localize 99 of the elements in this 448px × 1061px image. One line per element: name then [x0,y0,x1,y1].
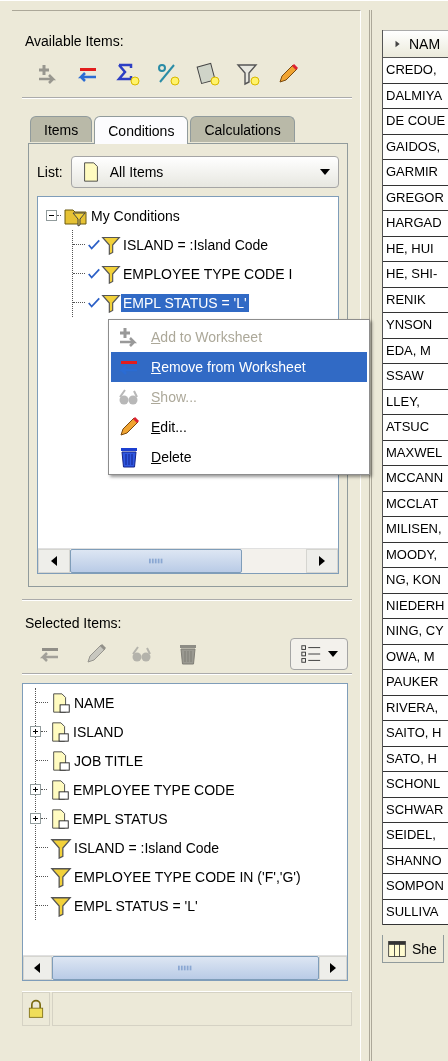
table-cell: CREDO, [383,58,448,84]
tree-item[interactable]: EMPLOYEE TYPE CODE IN ('F','G') [72,867,303,886]
scroll-right-icon [317,556,327,566]
tree-item[interactable]: ISLAND [71,722,126,741]
scroll-left-button[interactable] [23,956,52,980]
table-cell: GARMIR [383,160,448,186]
table-cell: ATSUC [383,415,448,441]
document-icon [49,720,71,743]
scroll-right-button[interactable] [306,549,338,573]
table-cell: EDA, M [383,338,448,364]
list-label: List: [37,164,63,180]
table-cell: OWA, M [383,644,448,670]
funnel-icon [50,836,72,859]
tree-item[interactable]: JOB TITLE [72,751,145,770]
table-cell: GAIDOS, [383,134,448,160]
table-cell: MCCANN [383,466,448,492]
sheet-tab[interactable]: She [382,935,444,963]
document-icon [49,807,71,830]
table-cell: PAUKER [383,670,448,696]
funnel-icon [50,865,72,888]
scroll-right-button[interactable] [318,956,347,980]
table-cell: DALMIYA [383,83,448,109]
scroll-left-icon [32,963,43,973]
document-icon [50,749,72,772]
table-cell: RIVERA, [383,695,448,721]
checkmark-icon [87,295,101,310]
checkmark-icon [87,266,101,281]
table-cell: YNSON [383,313,448,339]
funnel-icon [50,894,72,917]
column-header[interactable]: NAM [383,30,448,58]
tree-item[interactable]: NAME [72,693,117,712]
tree-item[interactable]: My Conditions [89,206,182,225]
table-cell: HE, HUI [383,236,448,262]
table-cell: NG, KON [383,568,448,594]
expand-toggle[interactable] [30,726,41,737]
list-dropdown[interactable]: All Items [70,156,339,188]
view-options-button[interactable] [290,638,348,670]
tab[interactable]: Items [30,116,93,142]
table-cell: DE COUE [383,109,448,135]
collapse-toggle[interactable] [46,210,57,221]
tree-item[interactable]: ISLAND = :Island Code [121,235,271,254]
list-view-icon [300,643,322,665]
expand-toggle[interactable] [30,784,41,795]
menu-item[interactable]: Delete [111,442,367,472]
tree-item[interactable]: EMPLOYEE TYPE CODE [71,780,237,799]
table-cell: SSAW [383,364,448,390]
funnel-icon [101,263,121,284]
lock-icon [26,998,46,1020]
funnel-add-icon [236,62,260,86]
dropdown-arrow-icon [328,649,338,659]
table-cell: MAXWEL [383,440,448,466]
tree-item[interactable]: EMPL STATUS = 'L' [121,293,249,312]
tab[interactable]: Conditions [94,116,189,144]
sum-icon [116,62,140,86]
table-cell: SOMPON [383,874,448,900]
dropdown-arrow-icon [320,167,330,177]
checkmark-icon [87,237,101,252]
table-cell: MILISEN, [383,517,448,543]
scroll-right-icon [327,963,338,973]
table-cell: SHANNO [383,848,448,874]
percent-icon [156,62,180,86]
table-cell: MOODY, [383,542,448,568]
expand-toggle[interactable] [30,813,41,824]
pencil-icon [84,642,108,666]
table-cell: SATO, H [383,746,448,772]
table-cell: NING, CY [383,619,448,645]
menu-item[interactable]: Remove from Worksheet [111,352,367,382]
scroll-thumb[interactable] [51,956,319,980]
scroll-left-icon [49,556,59,566]
table-cell: LLEY, [383,389,448,415]
document-icon [49,778,71,801]
menu-item[interactable]: Edit... [111,412,367,442]
table-cell: SAITO, H [383,721,448,747]
table-cell: HE, SHI- [383,262,448,288]
pencil-icon [117,415,141,439]
table-cell: SULLIVA [383,899,448,925]
table-cell: MCCLAT [383,491,448,517]
table-cell: GREGOR [383,185,448,211]
selected-items-label: Selected Items: [24,614,123,633]
tree-item[interactable]: ISLAND = :Island Code [72,838,222,857]
horizontal-scrollbar[interactable] [38,548,338,573]
table-cell: SCHONL [383,772,448,798]
tab[interactable]: Calculations [190,116,295,142]
table-cell: NIEDERH [383,593,448,619]
tree-item[interactable]: EMPL STATUS [71,809,170,828]
scroll-left-button[interactable] [38,549,70,573]
scroll-thumb[interactable] [70,549,242,573]
table-cell: HARGAD [383,211,448,237]
table-cell: SEIDEL, [383,823,448,849]
horizontal-scrollbar[interactable] [23,955,347,980]
table-cell: SCHWAR [383,797,448,823]
tree-item[interactable]: EMPLOYEE TYPE CODE I [121,264,295,283]
document-icon [50,691,72,714]
pencil-icon [276,62,300,86]
tree-item[interactable]: EMPL STATUS = 'L' [72,896,200,915]
sheet-icon [387,938,407,959]
funnel-icon [101,234,121,255]
table-cell: RENIK [383,287,448,313]
available-items-label: Available Items: [24,32,125,51]
